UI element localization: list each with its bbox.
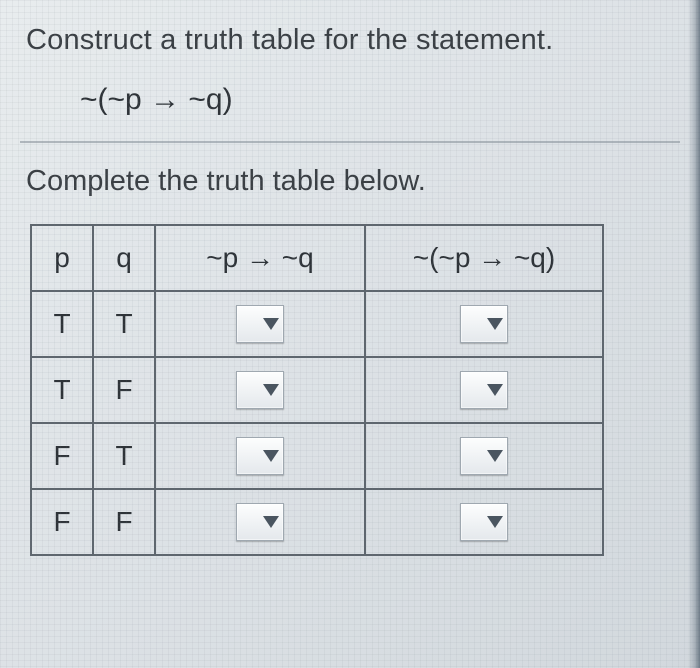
instruction-text: Construct a truth table for the statemen…: [26, 24, 680, 57]
header-imp: ~p → ~q: [155, 225, 365, 291]
cell-p: F: [31, 489, 93, 555]
dropdown-row2-col4[interactable]: [460, 371, 508, 409]
cell-q: T: [93, 291, 155, 357]
chevron-down-icon: [263, 384, 279, 396]
cell-q: T: [93, 423, 155, 489]
chevron-down-icon: [263, 450, 279, 462]
chevron-down-icon: [487, 318, 503, 330]
chevron-down-icon: [487, 450, 503, 462]
section-divider: [20, 141, 680, 143]
cell-dropdown: [365, 357, 603, 423]
header-neg-imp: ~(~p → ~q): [365, 225, 603, 291]
table-header-row: p q ~p → ~q ~(~p → ~q): [31, 225, 603, 291]
dropdown-row1-col4[interactable]: [460, 305, 508, 343]
dropdown-row2-col3[interactable]: [236, 371, 284, 409]
cell-p: T: [31, 357, 93, 423]
cell-p: F: [31, 423, 93, 489]
table-row: F F: [31, 489, 603, 555]
cell-dropdown: [155, 291, 365, 357]
dropdown-row4-col4[interactable]: [460, 503, 508, 541]
header-p: p: [31, 225, 93, 291]
cell-dropdown: [365, 489, 603, 555]
table-row: F T: [31, 423, 603, 489]
cell-dropdown: [365, 423, 603, 489]
cell-dropdown: [155, 357, 365, 423]
truth-table: p q ~p → ~q ~(~p → ~q) T T T F: [30, 224, 604, 556]
cell-dropdown: [365, 291, 603, 357]
dropdown-row3-col3[interactable]: [236, 437, 284, 475]
cell-dropdown: [155, 423, 365, 489]
chevron-down-icon: [487, 384, 503, 396]
logical-expression: ~(~p → ~q): [80, 83, 680, 117]
cell-q: F: [93, 489, 155, 555]
cell-q: F: [93, 357, 155, 423]
chevron-down-icon: [487, 516, 503, 528]
chevron-down-icon: [263, 318, 279, 330]
header-q: q: [93, 225, 155, 291]
table-row: T F: [31, 357, 603, 423]
dropdown-row3-col4[interactable]: [460, 437, 508, 475]
table-row: T T: [31, 291, 603, 357]
cell-dropdown: [155, 489, 365, 555]
dropdown-row4-col3[interactable]: [236, 503, 284, 541]
dropdown-row1-col3[interactable]: [236, 305, 284, 343]
cell-p: T: [31, 291, 93, 357]
subinstruction-text: Complete the truth table below.: [26, 165, 680, 198]
chevron-down-icon: [263, 516, 279, 528]
